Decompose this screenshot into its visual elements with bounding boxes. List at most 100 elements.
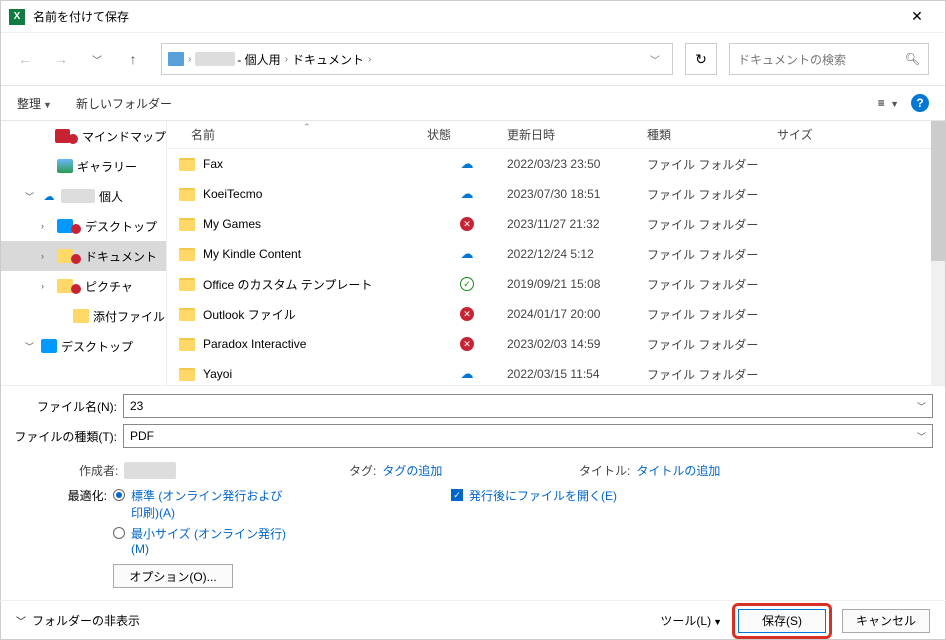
table-row[interactable]: Outlook ファイル✕2024/01/17 20:00ファイル フォルダー xyxy=(167,299,945,329)
breadcrumb[interactable]: › xxxx - 個人用 › ドキュメント › ﹀ xyxy=(161,43,673,75)
cloud-icon: ☁ xyxy=(461,156,474,172)
scroll-thumb[interactable] xyxy=(931,121,945,261)
row-name: My Games xyxy=(203,217,261,231)
row-date: 2023/07/30 18:51 xyxy=(507,187,647,201)
search-input[interactable]: ドキュメントの検索 🔍︎ xyxy=(729,43,929,75)
table-row[interactable]: My Games✕2023/11/27 21:32ファイル フォルダー xyxy=(167,209,945,239)
tree-item[interactable]: 添付ファイル xyxy=(1,301,166,331)
title-add-link[interactable]: タイトルの追加 xyxy=(636,462,720,479)
table-row[interactable]: Office のカスタム テンプレート✓2019/09/21 15:08ファイル… xyxy=(167,269,945,299)
close-button[interactable]: ✕ xyxy=(897,8,937,25)
row-state: ✕ xyxy=(427,307,507,321)
row-name: My Kindle Content xyxy=(203,247,301,261)
titlebar: X 名前を付けて保存 ✕ xyxy=(1,1,945,33)
save-highlight: 保存(S) xyxy=(732,603,832,639)
error-icon: ✕ xyxy=(460,217,474,231)
forward-button[interactable]: → xyxy=(45,43,77,75)
recent-button[interactable]: ﹀ xyxy=(81,43,113,75)
tree-item[interactable]: ﹀☁xxx個人 xyxy=(1,181,166,211)
folder-icon xyxy=(179,158,195,171)
table-row[interactable]: Yayoi☁2022/03/15 11:54ファイル フォルダー xyxy=(167,359,945,383)
table-row[interactable]: Paradox Interactive✕2023/02/03 14:59ファイル… xyxy=(167,329,945,359)
breadcrumb-redacted: xxxx xyxy=(195,52,235,66)
col-name[interactable]: 名前 xyxy=(167,126,427,143)
help-icon[interactable]: ? xyxy=(911,94,929,112)
col-type[interactable]: 種類 xyxy=(647,126,777,143)
folder-icon xyxy=(179,368,195,381)
tree-item-label: 添付ファイル xyxy=(93,308,165,325)
tools-menu[interactable]: ツール(L)▼ xyxy=(660,612,722,629)
open-after-checkbox[interactable]: ✓ 発行後にファイルを開く(E) xyxy=(451,487,617,504)
table-row[interactable]: Fax☁2022/03/23 23:50ファイル フォルダー xyxy=(167,149,945,179)
view-menu[interactable]: ≡ ▼ xyxy=(878,96,899,110)
folder-icon xyxy=(179,338,195,351)
error-badge-icon xyxy=(71,254,81,264)
folder-icon xyxy=(179,188,195,201)
folder-icon xyxy=(179,218,195,231)
chevron-down-icon[interactable]: ﹀ xyxy=(917,400,926,413)
row-type: ファイル フォルダー xyxy=(647,366,777,383)
filename-input[interactable]: 23﹀ xyxy=(123,394,933,418)
col-date[interactable]: 更新日時 xyxy=(507,126,647,143)
col-state[interactable]: 状態 xyxy=(427,126,507,143)
hide-folders-link[interactable]: フォルダーの非表示 xyxy=(32,612,140,629)
filetype-label: ファイルの種類(T): xyxy=(13,428,123,445)
row-name: Yayoi xyxy=(203,367,232,381)
chevron-right-icon: › xyxy=(188,54,191,65)
row-state: ☁ xyxy=(427,186,507,202)
column-headers[interactable]: 名前 状態 更新日時 種類 サイズ xyxy=(167,121,945,149)
optimize-standard-radio[interactable]: 標準 (オンライン発行および印刷)(A) xyxy=(113,487,291,521)
excel-icon: X xyxy=(9,9,25,25)
up-button[interactable]: ↑ xyxy=(117,43,149,75)
save-button[interactable]: 保存(S) xyxy=(738,609,826,633)
optimize-minsize-radio[interactable]: 最小サイズ (オンライン発行)(M) xyxy=(113,525,291,556)
tree-item-label: ドキュメント xyxy=(85,248,157,265)
row-type: ファイル フォルダー xyxy=(647,306,777,323)
tree-item-label: マインドマップ xyxy=(82,128,166,145)
tree-item[interactable]: ›ピクチャ xyxy=(1,271,166,301)
scrollbar[interactable] xyxy=(931,121,945,385)
breadcrumb-root[interactable]: - 個人用 xyxy=(237,51,280,68)
table-row[interactable]: KoeiTecmo☁2023/07/30 18:51ファイル フォルダー xyxy=(167,179,945,209)
row-state: ✕ xyxy=(427,337,507,351)
tree-item-label: 個人 xyxy=(99,188,123,205)
gallery-icon xyxy=(57,159,73,173)
tree-item-label: デスクトップ xyxy=(61,338,133,355)
tree-item[interactable]: ›ドキュメント xyxy=(1,241,166,271)
chevron-right-icon: › xyxy=(41,221,53,231)
cancel-button[interactable]: キャンセル xyxy=(842,609,930,633)
organize-menu[interactable]: 整理▼ xyxy=(17,95,52,112)
author-label: 作成者: xyxy=(79,462,118,479)
breadcrumb-dropdown[interactable]: ﹀ xyxy=(644,52,666,67)
row-type: ファイル フォルダー xyxy=(647,156,777,173)
cloud-icon: ☁ xyxy=(461,366,474,382)
row-state: ☁ xyxy=(427,156,507,172)
chevron-down-icon[interactable]: ﹀ xyxy=(917,430,926,443)
error-badge-icon xyxy=(68,134,78,144)
row-name: Office のカスタム テンプレート xyxy=(203,276,372,293)
optimize-label: 最適化: xyxy=(65,487,107,588)
row-type: ファイル フォルダー xyxy=(647,336,777,353)
filetype-select[interactable]: PDF﹀ xyxy=(123,424,933,448)
tree-item[interactable]: マインドマップ xyxy=(1,121,166,151)
author-value: xxxxxx xyxy=(124,462,176,479)
row-type: ファイル フォルダー xyxy=(647,186,777,203)
cloud-icon: ☁ xyxy=(41,189,57,203)
row-date: 2024/01/17 20:00 xyxy=(507,307,647,321)
back-button[interactable]: ← xyxy=(9,43,41,75)
filename-label: ファイル名(N): xyxy=(13,398,123,415)
dialog-title: 名前を付けて保存 xyxy=(33,8,897,25)
options-button[interactable]: オプション(O)... xyxy=(113,564,233,588)
checkbox-icon: ✓ xyxy=(451,489,463,501)
refresh-button[interactable]: ↻ xyxy=(685,43,717,75)
new-folder-button[interactable]: 新しいフォルダー xyxy=(76,95,172,112)
col-size[interactable]: サイズ xyxy=(777,126,945,143)
tree-item[interactable]: ›デスクトップ xyxy=(1,211,166,241)
tree-item[interactable]: ﹀ デスクトップ xyxy=(1,331,166,361)
tag-add-link[interactable]: タグの追加 xyxy=(382,462,442,479)
chevron-down-icon: ﹀ xyxy=(25,340,37,353)
breadcrumb-current[interactable]: ドキュメント xyxy=(292,51,364,68)
tree-item[interactable]: ギャラリー xyxy=(1,151,166,181)
folder-tree[interactable]: マインドマップギャラリー﹀☁xxx個人›デスクトップ›ドキュメント›ピクチャ添付… xyxy=(1,121,167,385)
table-row[interactable]: My Kindle Content☁2022/12/24 5:12ファイル フォ… xyxy=(167,239,945,269)
